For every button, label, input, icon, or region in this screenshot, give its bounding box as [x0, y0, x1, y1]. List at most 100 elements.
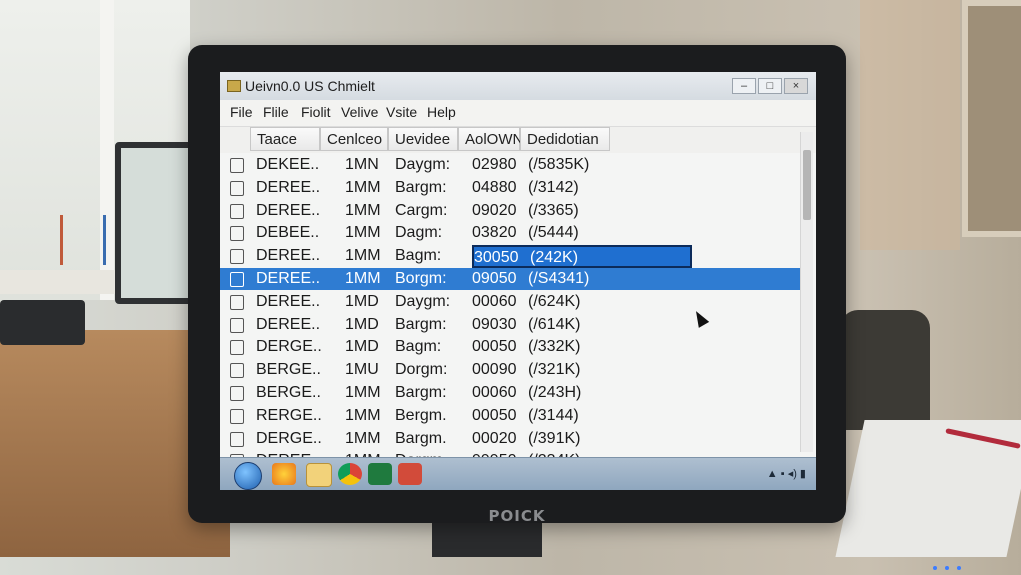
cell-uevidee: Bargm: — [395, 315, 447, 333]
cell-uevidee: Dorgm: — [395, 361, 448, 379]
menu-vsite[interactable]: Vsite — [386, 104, 417, 120]
monitor-leds — [933, 557, 983, 570]
table-row[interactable]: DEREE.. 1MD Daygm: 00060 (/624K) — [220, 291, 800, 313]
cell-cenlceo: 1MU — [345, 361, 379, 379]
cell-aolown: 00060 — [472, 292, 517, 310]
cell-dedidotian: (/243H) — [528, 384, 582, 401]
file-icon — [230, 226, 244, 242]
cell-cenlceo: 1MM — [345, 201, 381, 219]
power-led-icon — [945, 566, 949, 570]
cell-dedidotian: (/624K) — [528, 292, 581, 310]
table-row[interactable]: DEREE.. 1MM Cargm: 09020 (/3365) — [220, 200, 800, 222]
table-row[interactable]: DERGE.. 1MD Bagm: 00050 (/332K) — [220, 336, 800, 358]
cell-dedidotian: (/321K) — [528, 361, 581, 379]
menu-velive[interactable]: Velive — [341, 104, 378, 120]
cell-name: BERGE.. — [256, 361, 321, 379]
cell-aolown: 03820 — [472, 224, 517, 242]
cell-cenlceo: 1MM — [345, 178, 381, 196]
cell-name: DEREE.. — [256, 292, 321, 310]
cell-dedidotian: (/391K) — [528, 429, 581, 447]
cell-uevidee: Daygm: — [395, 156, 451, 173]
cell-aolown: 00050 — [472, 338, 517, 356]
monitor-brand: POICK — [488, 507, 546, 525]
app-icon[interactable] — [398, 463, 422, 485]
cell-dedidotian: (/S4341) — [528, 270, 590, 287]
cell-name: DEREE.. — [256, 315, 321, 333]
column-header-taace[interactable]: Taace — [250, 127, 320, 151]
vertical-scrollbar[interactable] — [800, 132, 813, 452]
cell-aolown: 04880 — [472, 178, 517, 196]
file-icon — [230, 317, 244, 333]
scrollbar-thumb[interactable] — [803, 150, 811, 220]
file-icon — [230, 408, 244, 424]
cell-aolown: 09020 — [472, 201, 517, 219]
table-row[interactable]: RERGE.. 1MM Bergm. 00050 (/3144) — [220, 405, 800, 427]
file-icon — [230, 386, 244, 401]
file-icon — [230, 158, 244, 173]
menu-help[interactable]: Help — [427, 104, 456, 120]
monitor-stand — [432, 523, 542, 557]
chrome-icon[interactable] — [338, 463, 362, 485]
cell-aolown: 09030 — [472, 315, 517, 333]
cell-aolown: 02980 — [472, 156, 517, 173]
highlighted-dedidotian-cell: (242K) — [530, 249, 579, 267]
minimize-button[interactable]: – — [732, 78, 756, 94]
cell-aolown: 00090 — [472, 361, 517, 379]
column-header-dedidotian[interactable]: Dedidotian — [520, 127, 610, 151]
folder-icon[interactable] — [306, 463, 332, 487]
cell-cenlceo: 1MM — [345, 429, 381, 447]
cell-uevidee: Bagm: — [395, 338, 442, 356]
cell-dedidotian: (/3144) — [528, 406, 579, 424]
menu-bar: File Flile Fiolit Velive Vsite Help — [220, 100, 816, 127]
table-row[interactable]: DEBEE.. 1MM Dagm: 03820 (/5444) — [220, 222, 800, 244]
cell-name: DERGE.. — [256, 338, 322, 356]
power-led-icon — [957, 566, 961, 570]
highlighted-cell-range[interactable]: 30050 (242K) — [472, 245, 692, 269]
table-row[interactable]: BERGE.. 1MU Dorgm: 00090 (/321K) — [220, 359, 800, 381]
background-wall-panel — [860, 0, 960, 250]
menu-fiolit[interactable]: Fiolit — [301, 104, 331, 120]
file-icon — [230, 431, 244, 447]
cell-dedidotian: (/5444) — [528, 224, 579, 242]
cell-cenlceo: 1MD — [345, 315, 379, 333]
cell-name: DEKEE.. — [256, 156, 320, 173]
cell-cenlceo: 1MM — [345, 406, 381, 424]
cell-uevidee: Bagm: — [395, 247, 442, 265]
cell-name: DERGE.. — [256, 429, 322, 447]
table-row[interactable]: BERGE.. 1MM Bargm: 00060 (/243H) — [220, 382, 800, 404]
power-led-icon — [933, 566, 937, 570]
cell-aolown: 00020 — [472, 429, 517, 447]
file-icon — [230, 249, 244, 265]
cell-name: DEBEE.. — [256, 224, 320, 242]
file-icon — [230, 363, 244, 379]
column-header-uevidee[interactable]: Uevidee — [388, 127, 458, 151]
table-row[interactable]: DEREE.. 1MM Bargm: 04880 (/3142) — [220, 177, 800, 199]
maximize-button[interactable]: □ — [758, 78, 782, 94]
cell-cenlceo: 1MM — [345, 384, 381, 401]
cell-uevidee: Cargm: — [395, 201, 448, 219]
close-button[interactable]: × — [784, 78, 808, 94]
highlighted-aolown-cell: 30050 — [474, 249, 519, 267]
menu-file[interactable]: File — [230, 104, 253, 120]
start-orb-icon[interactable] — [234, 462, 262, 490]
excel-icon[interactable] — [368, 463, 392, 485]
table-row[interactable]: DEREE.. 1MD Bargm: 09030 (/614K) — [220, 314, 800, 336]
cell-uevidee: Borgm: — [395, 270, 447, 287]
file-icon — [230, 340, 244, 356]
table-row[interactable]: DEKEE.. 1MN Daygm: 02980 (/5835K) — [220, 154, 800, 176]
window-title: Ueivn0.0 US Chmielt — [245, 78, 375, 94]
window-controls: – □ × — [730, 78, 808, 94]
cell-dedidotian: (/614K) — [528, 315, 581, 333]
table-row[interactable]: DEREE.. 1MM Borgm: 09050 (/S4341) — [220, 268, 800, 290]
cell-cenlceo: 1MN — [345, 156, 379, 173]
column-header-cenlceo[interactable]: Cenlceo — [320, 127, 388, 151]
taskbar: ▲ ▪ ◂) ▮ — [220, 457, 816, 490]
cell-cenlceo: 1MM — [345, 270, 381, 287]
menu-flile[interactable]: Flile — [263, 104, 289, 120]
system-tray[interactable]: ▲ ▪ ◂) ▮ — [767, 467, 806, 480]
table-row[interactable]: DERGE.. 1MM Bargm. 00020 (/391K) — [220, 428, 800, 450]
window-titlebar[interactable]: Ueivn0.0 US Chmielt – □ × — [220, 72, 816, 101]
ie-icon[interactable] — [272, 463, 296, 485]
cell-cenlceo: 1MM — [345, 224, 381, 242]
column-header-aolown[interactable]: AolOWN — [458, 127, 523, 151]
